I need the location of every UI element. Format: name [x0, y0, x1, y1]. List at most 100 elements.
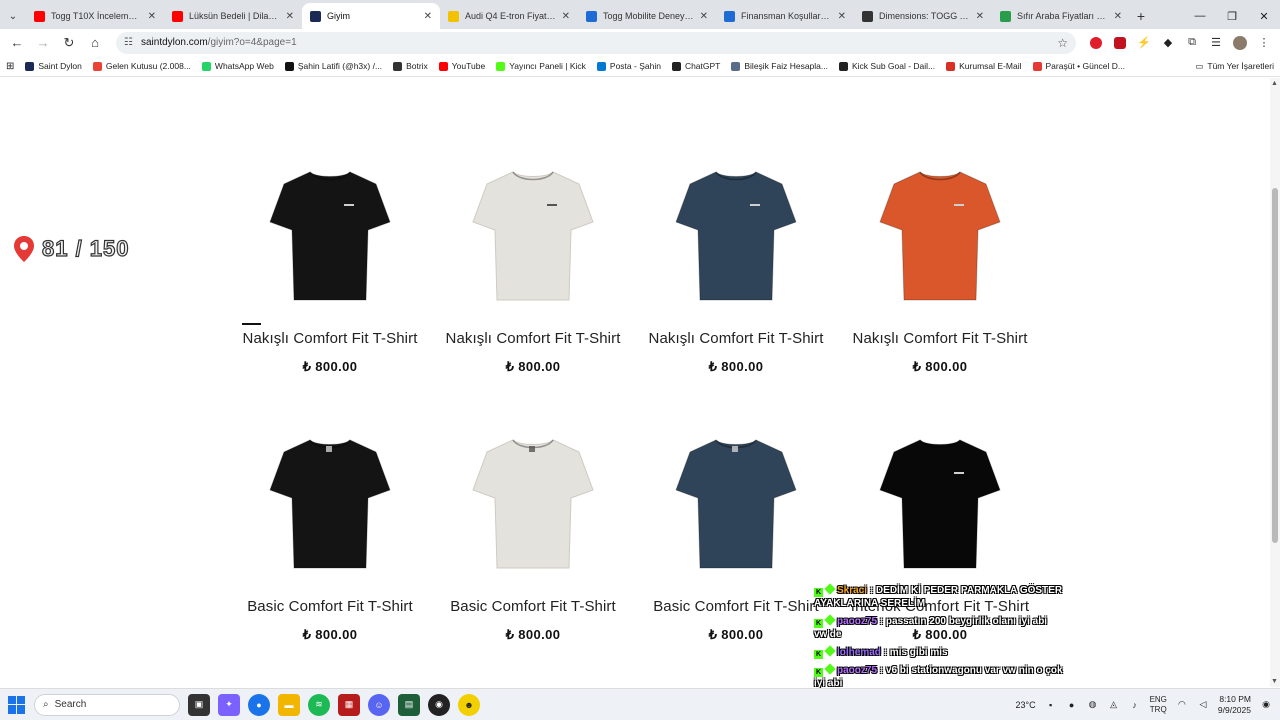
bookmark-item[interactable]: Gelen Kutusu (2.008... — [92, 61, 191, 71]
product-name[interactable]: Basic Comfort Fit T-Shirt — [438, 598, 628, 615]
product-image[interactable] — [235, 156, 425, 316]
extension-shield-icon[interactable] — [1110, 33, 1130, 53]
tab-close-icon[interactable]: ✕ — [1114, 11, 1122, 22]
minimize-icon[interactable]: — — [1184, 3, 1216, 29]
product-name[interactable]: Basic Comfort Fit T-Shirt — [235, 598, 425, 615]
browser-tab[interactable]: Audi Q4 E-tron Fiyatları &... ✕ — [440, 3, 578, 29]
product-name[interactable]: Nakışlı Comfort Fit T-Shirt — [845, 330, 1035, 347]
clock[interactable]: 8:10 PM 9/9/2025 — [1218, 694, 1251, 716]
product-image[interactable] — [641, 156, 831, 316]
chrome-icon[interactable]: ● — [248, 693, 270, 716]
browser-tab[interactable]: Togg Mobilite Deneyimini... ✕ — [578, 3, 716, 29]
start-button[interactable] — [8, 695, 26, 714]
obs-icon[interactable]: ◉ — [428, 693, 450, 716]
bookmark-item[interactable]: Şahin Latifi (@h3x) /... — [284, 61, 382, 71]
tray-chrome-icon[interactable]: ● — [1066, 699, 1078, 711]
discord-icon[interactable]: ☺ — [368, 693, 390, 716]
restore-icon[interactable]: ❐ — [1216, 3, 1248, 29]
all-bookmarks-button[interactable]: ▭ Tüm Yer İşaretleri — [1195, 61, 1274, 72]
bookmark-item[interactable]: Posta - Şahin — [596, 61, 661, 71]
extension-kick-icon[interactable]: ⚡ — [1134, 33, 1154, 53]
scroll-up-icon[interactable]: ▲ — [1271, 80, 1278, 87]
product-card[interactable]: Nakışlı Comfort Fit T-Shirt ₺ 800.00 — [235, 156, 425, 375]
product-card[interactable]: Basic Comfort Fit T-Shirt ₺ 800.00 — [438, 424, 628, 643]
bookmark-item[interactable]: Kurumsal E-Mail — [946, 61, 1022, 71]
product-image[interactable] — [641, 424, 831, 584]
wifi-icon[interactable]: ◠ — [1176, 699, 1188, 711]
page-scrollbar[interactable]: ▲ ▼ — [1270, 78, 1280, 687]
browser-tab[interactable]: Dimensions: TOGG T10X ... ✕ — [854, 3, 992, 29]
product-card[interactable]: Nakışlı Comfort Fit T-Shirt ₺ 800.00 — [845, 156, 1035, 375]
bookmark-item[interactable]: Paraşüt • Güncel D... — [1032, 61, 1125, 71]
extension-adblock-icon[interactable] — [1086, 33, 1106, 53]
browser-tab[interactable]: Giyim ✕ — [302, 3, 440, 29]
forward-icon[interactable]: → — [32, 32, 54, 54]
reading-list-icon[interactable]: ☰ — [1206, 33, 1226, 53]
new-tab-button[interactable]: + — [1130, 3, 1152, 29]
media-app-icon[interactable]: ▦ — [338, 693, 360, 716]
product-card[interactable]: Basic Comfort Fit T-Shirt ₺ 800.00 — [641, 424, 831, 643]
profile-avatar[interactable] — [1230, 33, 1250, 53]
scroll-down-icon[interactable]: ▼ — [1271, 678, 1278, 685]
bookmark-item[interactable]: YouTube — [438, 61, 485, 71]
task-view-icon[interactable]: ▣ — [188, 693, 210, 716]
tab-close-icon[interactable]: ✕ — [562, 11, 570, 22]
tab-close-icon[interactable]: ✕ — [148, 11, 156, 22]
browser-tab[interactable]: Sıfır Araba Fiyatları | Škod... ✕ — [992, 3, 1130, 29]
product-name[interactable]: Nakışlı Comfort Fit T-Shirt — [235, 330, 425, 347]
browser-tab[interactable]: Togg T10X İncelemesi | Bu... ✕ — [26, 3, 164, 29]
product-card[interactable]: Basic Comfort Fit T-Shirt ₺ 800.00 — [235, 424, 425, 643]
product-image[interactable] — [235, 424, 425, 584]
bookmark-item[interactable]: Saint Dylon — [25, 61, 82, 71]
bookmark-item[interactable]: WhatsApp Web — [201, 61, 274, 71]
address-bar[interactable]: ☷ saintdylon.com/giyim?o=4&page=1 ☆ — [116, 31, 1076, 54]
notification-icon[interactable]: ◉ — [1260, 699, 1272, 711]
product-name[interactable]: Basic Comfort Fit T-Shirt — [641, 598, 831, 615]
tab-close-icon[interactable]: ✕ — [838, 11, 846, 22]
reload-icon[interactable]: ↻ — [58, 32, 80, 54]
tab-close-icon[interactable]: ✕ — [976, 11, 984, 22]
back-icon[interactable]: ← — [6, 32, 28, 54]
bookmark-item[interactable]: Bileşik Faiz Hesapla... — [731, 61, 828, 71]
tray-steam-icon[interactable]: ◍ — [1087, 699, 1099, 711]
browser-tab[interactable]: Lüksün Bedeli | Dilan Pola... ✕ — [164, 3, 302, 29]
product-image[interactable] — [438, 156, 628, 316]
tray-app-icon[interactable]: ▪ — [1045, 699, 1057, 711]
bookmark-item[interactable]: Botrix — [393, 61, 428, 71]
spotify-icon[interactable]: ≋ — [308, 693, 330, 716]
volume-icon[interactable]: ◁ — [1197, 699, 1209, 711]
browser-menu-icon[interactable]: ⋮ — [1254, 33, 1274, 53]
tab-search-icon[interactable]: ⌄ — [0, 3, 26, 29]
input-language[interactable]: ENG TRQ — [1150, 695, 1167, 715]
microphone-icon[interactable]: ♪ — [1129, 699, 1141, 711]
bookmark-item[interactable]: Kick Sub Goal - Dail... — [839, 61, 935, 71]
browser-tab[interactable]: Finansman Koşulları ve Ö... ✕ — [716, 3, 854, 29]
home-icon[interactable]: ⌂ — [84, 32, 106, 54]
product-card[interactable]: Nakışlı Comfort Fit T-Shirt ₺ 800.00 — [641, 156, 831, 375]
tray-network-icon[interactable]: ◬ — [1108, 699, 1120, 711]
product-image[interactable] — [845, 424, 1035, 584]
copilot-icon[interactable]: ✦ — [218, 693, 240, 716]
tab-close-icon[interactable]: ✕ — [424, 11, 432, 22]
tab-close-icon[interactable]: ✕ — [700, 11, 708, 22]
close-window-icon[interactable]: ✕ — [1248, 3, 1280, 29]
tab-close-icon[interactable]: ✕ — [286, 11, 294, 22]
product-name[interactable]: Nakışlı Comfort Fit T-Shirt — [438, 330, 628, 347]
product-name[interactable]: Nakışlı Comfort Fit T-Shirt — [641, 330, 831, 347]
scrollbar-thumb[interactable] — [1272, 188, 1278, 543]
extension-diamond-icon[interactable]: ◆ — [1158, 33, 1178, 53]
app-smiley-icon[interactable]: ☻ — [458, 693, 480, 716]
site-info-icon[interactable]: ☷ — [124, 37, 133, 48]
taskbar-search[interactable]: ⌕ Search — [34, 693, 180, 716]
weather-temp[interactable]: 23°C — [1015, 700, 1035, 710]
product-image[interactable] — [845, 156, 1035, 316]
extensions-puzzle-icon[interactable]: ⧉ — [1182, 33, 1202, 53]
bookmark-item[interactable]: Yayıncı Paneli | Kick — [496, 61, 586, 71]
apps-grid-icon[interactable]: ⊞ — [6, 61, 14, 72]
bookmark-item[interactable]: ChatGPT — [671, 61, 720, 71]
file-explorer-icon[interactable]: ▬ — [278, 693, 300, 716]
product-card[interactable]: Nakışlı Comfort Fit T-Shirt ₺ 800.00 — [438, 156, 628, 375]
terminal-icon[interactable]: ▤ — [398, 693, 420, 716]
product-image[interactable] — [438, 424, 628, 584]
bookmark-star-icon[interactable]: ☆ — [1057, 36, 1068, 50]
